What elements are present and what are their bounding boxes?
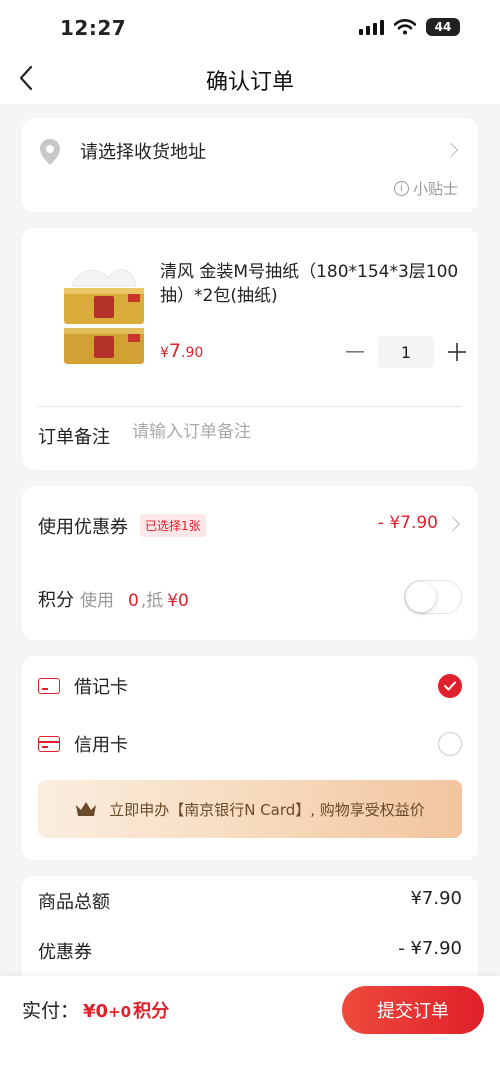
points-label: 积分 bbox=[38, 590, 74, 611]
product-card: 清风 金装M号抽纸（180*154*3层100抽）*2包(抽纸) ¥7.90 1… bbox=[22, 228, 478, 470]
credit-card-icon bbox=[38, 736, 60, 752]
address-placeholder: 请选择收货地址 bbox=[80, 142, 206, 163]
status-bar: 12:27 44 bbox=[0, 0, 500, 52]
actual-label: 实付： bbox=[22, 1000, 80, 1022]
actual-amount: ¥0 bbox=[83, 1001, 109, 1022]
radio-checked-icon[interactable] bbox=[438, 674, 462, 698]
coupon-label: 使用优惠券 bbox=[38, 517, 128, 538]
plus-icon bbox=[448, 343, 466, 361]
debit-card-icon bbox=[38, 678, 60, 694]
chevron-right-icon[interactable] bbox=[445, 516, 461, 532]
status-time: 12:27 bbox=[60, 16, 127, 40]
tissue-pack-image bbox=[64, 269, 144, 364]
quantity-stepper: 1 bbox=[342, 336, 470, 368]
payment-option-label: 借记卡 bbox=[74, 677, 128, 698]
divider bbox=[38, 406, 462, 407]
nav-bar: 确认订单 bbox=[0, 52, 500, 104]
radio-unchecked-icon[interactable] bbox=[438, 732, 462, 756]
summary-label: 商品总额 bbox=[38, 892, 110, 913]
summary-row: 优惠券 - ¥7.90 bbox=[38, 938, 462, 964]
actual-points: 积分 bbox=[133, 1001, 170, 1022]
payment-card: 借记卡 信用卡 立即申办【南京银行N Card】, 购物享受权益价 bbox=[22, 656, 478, 860]
location-pin-icon bbox=[40, 139, 60, 165]
points-money: ¥0 bbox=[167, 591, 189, 611]
points-offset-text: ,抵 bbox=[140, 591, 164, 611]
submit-order-button[interactable]: 提交订单 bbox=[342, 986, 484, 1034]
payment-option-debit[interactable]: 借记卡 bbox=[38, 670, 462, 702]
points-value: 0 bbox=[128, 591, 139, 611]
minus-icon bbox=[346, 351, 364, 353]
product-name: 清风 金装M号抽纸（180*154*3层100抽）*2包(抽纸) bbox=[160, 262, 459, 306]
decrease-button[interactable] bbox=[342, 339, 368, 365]
points-toggle[interactable] bbox=[404, 580, 462, 614]
crown-icon bbox=[76, 802, 97, 816]
tips-label: 小贴士 bbox=[412, 180, 458, 198]
chevron-right-icon bbox=[443, 142, 459, 158]
price-integer: 7 bbox=[168, 340, 182, 362]
price-decimal: .90 bbox=[181, 345, 204, 361]
payment-option-credit[interactable]: 信用卡 bbox=[38, 728, 462, 760]
page-title: 确认订单 bbox=[205, 70, 294, 95]
tips-link[interactable]: i 小贴士 bbox=[393, 178, 458, 199]
remark-label: 订单备注 bbox=[38, 427, 110, 448]
wifi-icon bbox=[394, 19, 416, 35]
checkmark-icon bbox=[444, 681, 456, 691]
summary-label: 优惠券 bbox=[38, 942, 92, 963]
info-icon: i bbox=[393, 181, 409, 196]
address-card[interactable]: 请选择收货地址 i 小贴士 bbox=[22, 118, 478, 212]
summary-value: - ¥7.90 bbox=[398, 938, 462, 959]
promo-text: 立即申办【南京银行N Card】, 购物享受权益价 bbox=[109, 800, 425, 819]
promo-banner[interactable]: 立即申办【南京银行N Card】, 购物享受权益价 bbox=[38, 780, 462, 838]
status-icons: 44 bbox=[359, 18, 460, 36]
points-row: 积分 使用 0 ,抵 ¥0 bbox=[38, 586, 189, 612]
increase-button[interactable] bbox=[444, 339, 470, 365]
bottom-bar: 实付： ¥0 +0 积分 提交订单 bbox=[0, 976, 500, 1082]
signal-icon bbox=[359, 19, 384, 35]
coupon-selected-badge: 已选择1张 bbox=[140, 514, 206, 537]
actual-plus: +0 bbox=[108, 1003, 132, 1021]
remark-input[interactable] bbox=[132, 422, 452, 442]
summary-value: ¥7.90 bbox=[410, 888, 462, 909]
coupon-card: 使用优惠券 已选择1张 - ¥7.90 积分 使用 0 ,抵 ¥0 bbox=[22, 486, 478, 640]
quantity-value[interactable]: 1 bbox=[378, 336, 434, 368]
coupon-amount[interactable]: - ¥7.90 bbox=[378, 513, 438, 533]
payment-option-label: 信用卡 bbox=[74, 735, 128, 756]
price-currency: ¥ bbox=[160, 345, 169, 361]
product-price: ¥7.90 bbox=[160, 340, 203, 362]
summary-row: 商品总额 ¥7.90 bbox=[38, 888, 462, 914]
battery-icon: 44 bbox=[426, 18, 460, 36]
toggle-knob bbox=[406, 582, 436, 612]
points-use-text: 使用 bbox=[80, 591, 114, 611]
actual-payment: 实付： ¥0 +0 积分 bbox=[22, 996, 169, 1023]
